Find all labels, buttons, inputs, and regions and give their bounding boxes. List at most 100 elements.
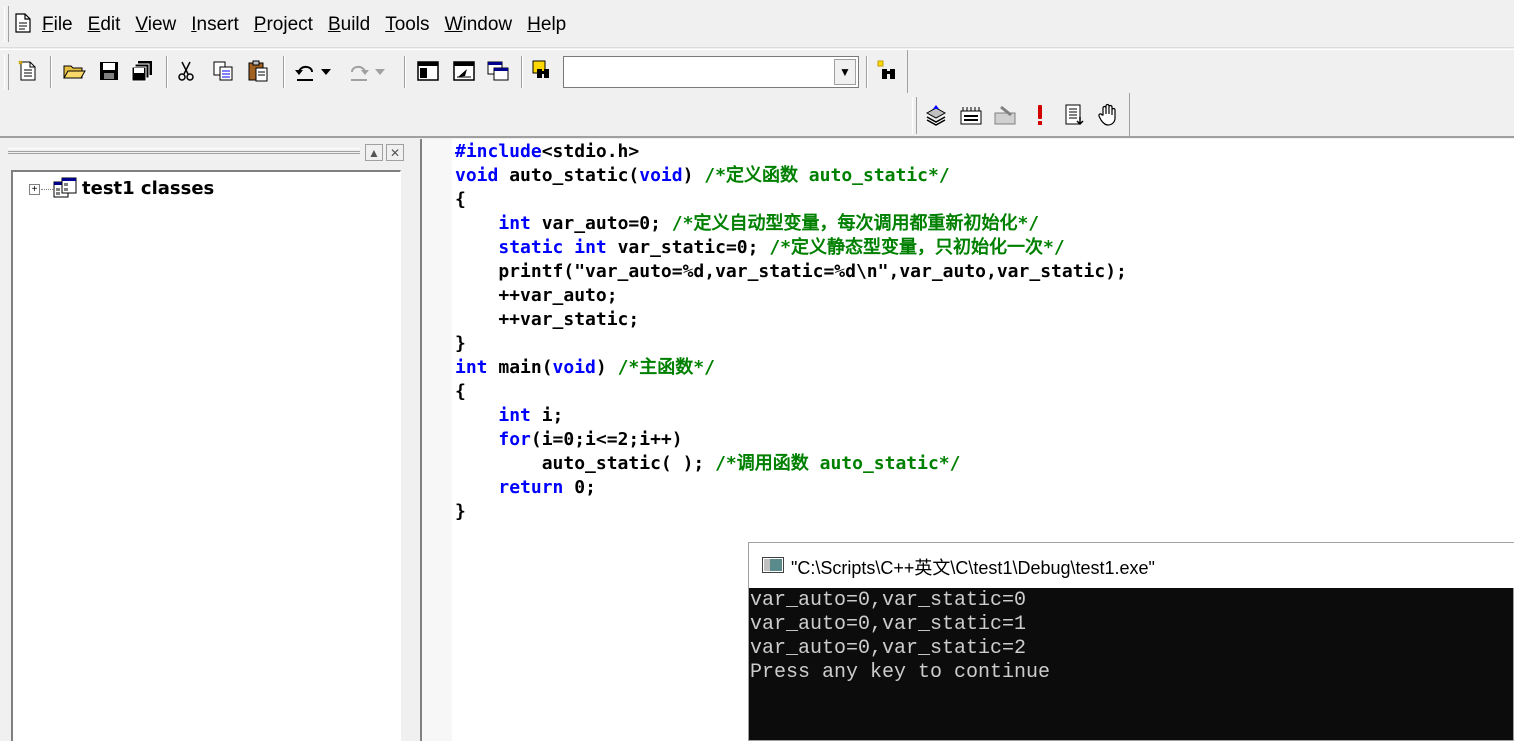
- stop-build-icon[interactable]: [991, 101, 1019, 129]
- code-keyword: for: [498, 429, 531, 450]
- code-line[interactable]: return 0;: [455, 476, 1127, 500]
- code-line[interactable]: ++var_auto;: [455, 284, 1127, 308]
- class-view-tree: + test1 classes: [11, 170, 401, 741]
- hand-icon[interactable]: [1094, 101, 1122, 129]
- console-line: Press any key to continue: [750, 661, 1051, 684]
- toolbar-border: [907, 50, 908, 94]
- compile-icon[interactable]: [922, 101, 950, 129]
- new-text-file-icon[interactable]: [14, 57, 42, 85]
- tree-expand-button[interactable]: +: [29, 184, 40, 195]
- code-comment: /*调用函数 auto_static*/: [715, 453, 961, 474]
- code-line[interactable]: static int var_static=0; /*定义静态型变量，只初始化一…: [455, 236, 1127, 260]
- find-in-files-icon[interactable]: [529, 57, 557, 85]
- menu-item-help[interactable]: Help: [527, 13, 566, 37]
- code-token: var_auto=0;: [530, 213, 672, 234]
- document-icon[interactable]: [14, 13, 32, 33]
- code-token: i;: [530, 405, 564, 426]
- workspace-icon[interactable]: [414, 57, 442, 85]
- code-keyword: void: [552, 357, 596, 378]
- cut-icon[interactable]: [172, 57, 200, 85]
- code-line[interactable]: {: [455, 380, 1127, 404]
- code-token: 0;: [563, 477, 596, 498]
- code-line[interactable]: #include<stdio.h>: [455, 140, 1127, 164]
- close-icon: ✕: [389, 145, 401, 160]
- code-token: }: [455, 501, 466, 522]
- code-token: ): [682, 165, 705, 186]
- code-keyword: void: [455, 165, 499, 186]
- combobox-dropdown-button[interactable]: ▼: [834, 59, 856, 85]
- toolbar-grip[interactable]: [912, 97, 917, 134]
- redo-dropdown-icon[interactable]: [372, 57, 388, 85]
- code-line[interactable]: ++var_static;: [455, 308, 1127, 332]
- build-icon[interactable]: [957, 101, 985, 129]
- copy-icon[interactable]: [209, 57, 237, 85]
- paste-icon[interactable]: [244, 57, 272, 85]
- menu-item-insert[interactable]: Insert: [191, 13, 239, 37]
- code-line[interactable]: int main(void) /*主函数*/: [455, 356, 1127, 380]
- open-folder-icon[interactable]: [60, 57, 88, 85]
- code-token: ): [595, 357, 618, 378]
- code-token: main(: [487, 357, 553, 378]
- undo-dropdown-icon[interactable]: [318, 57, 334, 85]
- output-window-icon[interactable]: [450, 57, 478, 85]
- menu-item-view[interactable]: View: [135, 13, 176, 37]
- menu-item-tools[interactable]: Tools: [385, 13, 429, 37]
- code-line[interactable]: }: [455, 332, 1127, 356]
- menu-hotkey: P: [253, 14, 267, 35]
- code-comment: /*定义自动型变量，每次调用都重新初始化*/: [671, 213, 1040, 234]
- triangle-up-icon: ▲: [368, 145, 380, 160]
- console-title-bar[interactable]: "C:\Scripts\C++英文\C\test1\Debug\test1.ex…: [749, 543, 1514, 588]
- console-window[interactable]: "C:\Scripts\C++英文\C\test1\Debug\test1.ex…: [748, 542, 1514, 741]
- toolbar-separator: [50, 56, 52, 88]
- find-icon[interactable]: [874, 57, 902, 85]
- code-line[interactable]: auto_static( ); /*调用函数 auto_static*/: [455, 452, 1127, 476]
- save-icon[interactable]: [95, 57, 123, 85]
- panel-minimize-button[interactable]: ▲: [365, 144, 383, 161]
- code-token: {: [455, 381, 466, 402]
- menu-label: elp: [540, 14, 567, 35]
- tree-item-test1-classes[interactable]: test1 classes: [82, 178, 214, 199]
- menu-item-file[interactable]: File: [42, 13, 73, 37]
- code-text[interactable]: #include<stdio.h> void auto_static(void) …: [455, 140, 1127, 524]
- menu-hotkey: F: [42, 14, 54, 35]
- menu-items: File Edit View Insert Project Build Tools Windo…: [42, 13, 581, 37]
- code-line[interactable]: int i;: [455, 404, 1127, 428]
- menu-item-build[interactable]: Build: [328, 13, 370, 37]
- menu-bar-grip[interactable]: [4, 6, 9, 42]
- panel-grip[interactable]: [8, 148, 360, 154]
- find-combobox[interactable]: ▼: [563, 56, 859, 88]
- code-line[interactable]: printf("var_auto=%d,var_static=%d\n",var…: [455, 260, 1127, 284]
- toolbar-separator: [404, 56, 406, 88]
- code-keyword: int: [574, 237, 607, 258]
- code-line[interactable]: }: [455, 500, 1127, 524]
- editor-gutter[interactable]: [422, 139, 452, 741]
- code-line[interactable]: void auto_static(void) /*定义函数 auto_stati…: [455, 164, 1127, 188]
- toolbar-border: [1129, 93, 1130, 136]
- insert-remove-breakpoint-icon[interactable]: [1060, 101, 1088, 129]
- menu-item-window[interactable]: Window: [445, 13, 513, 37]
- panel-close-button[interactable]: ✕: [386, 144, 404, 161]
- execute-icon[interactable]: [1026, 101, 1054, 129]
- toolbar-grip[interactable]: [4, 54, 9, 90]
- window-list-icon[interactable]: [484, 57, 512, 85]
- menu-bar: File Edit View Insert Project Build Tools Windo…: [0, 0, 1514, 48]
- save-all-icon[interactable]: [128, 57, 156, 85]
- code-line[interactable]: {: [455, 188, 1127, 212]
- code-line[interactable]: for(i=0;i<=2;i++): [455, 428, 1127, 452]
- menu-item-edit[interactable]: Edit: [88, 13, 121, 37]
- menu-item-project[interactable]: Project: [254, 13, 313, 37]
- code-token: var_static=0;: [606, 237, 770, 258]
- code-comment: /*定义函数 auto_static*/: [704, 165, 950, 186]
- redo-icon[interactable]: [345, 57, 373, 85]
- code-line[interactable]: int var_auto=0; /*定义自动型变量，每次调用都重新初始化*/: [455, 212, 1127, 236]
- console-output: var_auto=0,var_static=0 var_auto=0,var_st…: [750, 589, 1050, 685]
- code-keyword: void: [639, 165, 683, 186]
- code-token: ++var_auto;: [455, 285, 618, 306]
- console-title: "C:\Scripts\C++英文\C\test1\Debug\test1.ex…: [791, 558, 1155, 578]
- code-keyword: static: [498, 237, 564, 258]
- undo-icon[interactable]: [291, 57, 319, 85]
- code-token: auto_static(: [498, 165, 640, 186]
- toolbar-separator: [866, 56, 868, 88]
